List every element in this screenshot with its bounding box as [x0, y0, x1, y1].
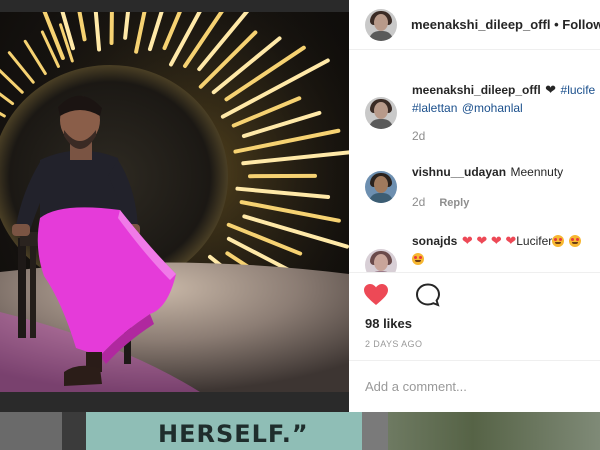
commenter-avatar-icon[interactable]	[365, 249, 397, 272]
comment-time: 2d	[412, 195, 426, 209]
likes-count[interactable]: 98 likes	[365, 316, 412, 331]
quote-text: HERSELF.”	[158, 420, 309, 448]
caption: meenakshi_dileep_offl ❤ #lucife #laletta…	[412, 81, 600, 117]
background-block	[362, 412, 388, 450]
post-side-panel: meenakshi_dileep_offl • Followin meenaks…	[349, 0, 600, 412]
action-bar	[363, 283, 593, 309]
heart-emojis: ❤ ❤ ❤ ❤	[461, 233, 517, 248]
mention-mohanlal[interactable]: @mohanlal	[462, 101, 523, 115]
comment-text: Lucifer	[516, 234, 553, 248]
post-photo[interactable]	[0, 12, 349, 392]
comment-vishnu: vishnu__udayan Meennuty	[412, 163, 563, 181]
following-button[interactable]: Followin	[562, 17, 600, 32]
chair-leg	[18, 238, 26, 338]
header-separator: •	[554, 17, 559, 32]
background-image	[388, 412, 600, 450]
add-comment-input[interactable]: Add a comment...	[365, 379, 467, 394]
comment-username[interactable]: sonajds	[412, 234, 457, 248]
header-username[interactable]: meenakshi_dileep_offl	[411, 17, 550, 32]
light-ray	[109, 12, 114, 46]
comment-username[interactable]: vishnu__udayan	[412, 165, 506, 179]
avatar-icon[interactable]	[365, 9, 397, 41]
comment-text: Meennuty	[510, 165, 564, 179]
divider	[349, 272, 600, 273]
heart-glyph: ❤	[545, 82, 557, 97]
header-username-row: meenakshi_dileep_offl • Followin	[411, 17, 600, 32]
heart-eyes-emoji	[412, 253, 424, 265]
post-time: 2 DAYS AGO	[365, 339, 423, 349]
comment-meta: 2d Reply	[412, 195, 469, 209]
divider	[349, 360, 600, 361]
background-page-strip: HERSELF.”	[0, 412, 600, 450]
hashtag-lucifer[interactable]: #lucife	[561, 83, 596, 97]
caption-avatar-icon[interactable]	[365, 97, 397, 129]
caption-username[interactable]: meenakshi_dileep_offl	[412, 83, 541, 97]
commenter-avatar-icon[interactable]	[365, 171, 397, 203]
heart-eyes-emoji	[568, 235, 581, 247]
comment-sonajds: sonajds ❤ ❤ ❤ ❤Lucifer	[412, 232, 600, 268]
comments-list[interactable]: meenakshi_dileep_offl ❤ #lucife #laletta…	[349, 50, 600, 272]
person-shoe	[64, 365, 102, 386]
like-heart-icon[interactable]	[363, 283, 389, 307]
background-block	[0, 412, 62, 450]
reply-button[interactable]: Reply	[439, 197, 469, 209]
hashtag-lalettan[interactable]: #lalettan	[412, 101, 457, 115]
post-image-illustration	[0, 12, 349, 392]
comment-bubble-icon[interactable]	[415, 283, 441, 307]
caption-time: 2d	[412, 129, 426, 143]
heart-eyes-emoji	[552, 235, 565, 247]
post-header: meenakshi_dileep_offl • Followin	[349, 0, 600, 50]
